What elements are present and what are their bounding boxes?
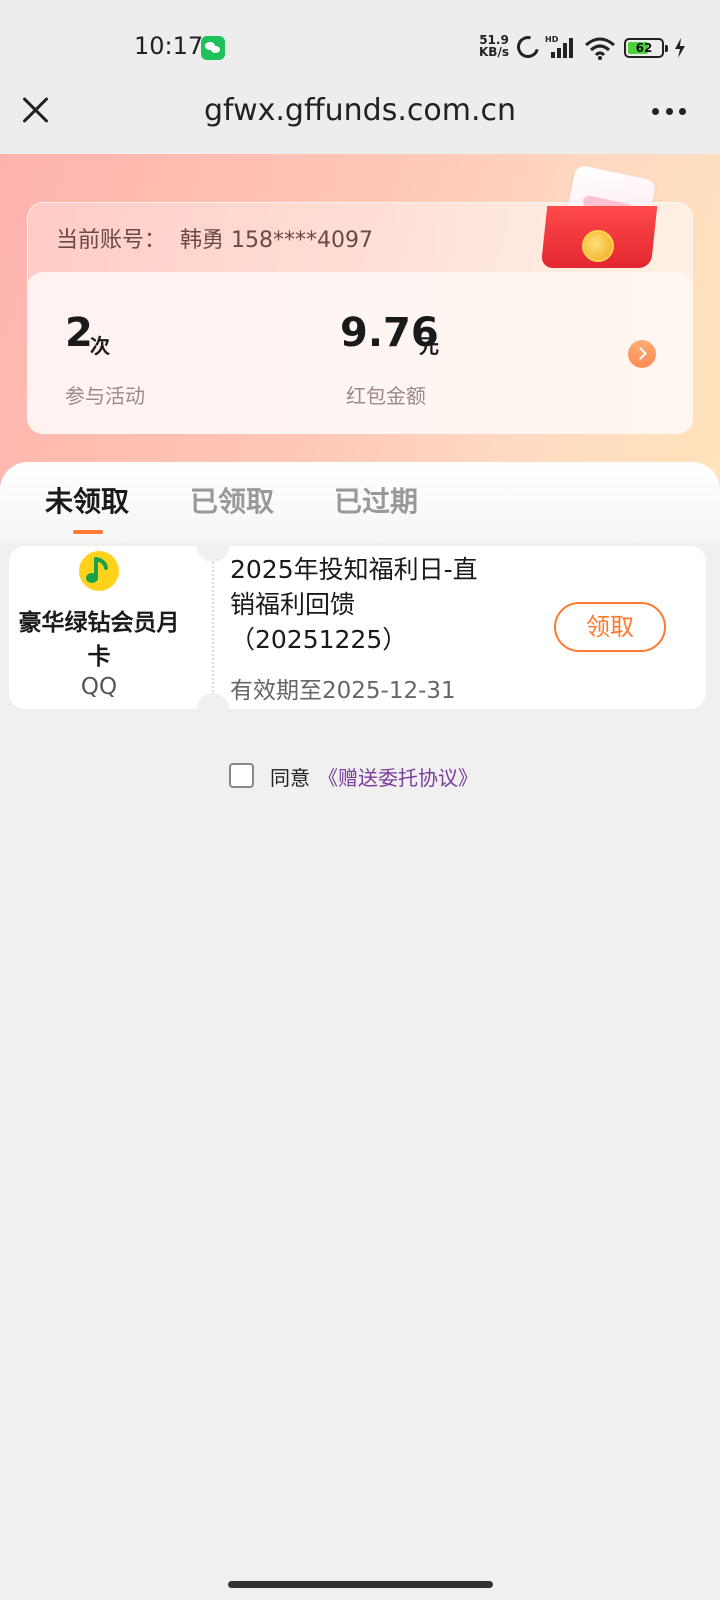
home-indicator[interactable]	[228, 1581, 493, 1588]
battery-icon: 62	[624, 38, 668, 58]
agreement-link[interactable]: 《赠送委托协议》	[318, 762, 478, 791]
account-label: 当前账号：	[56, 228, 167, 253]
coupon-notch-top	[197, 546, 229, 562]
status-time: 10:17	[134, 32, 204, 60]
agreement-prefix: 同意	[270, 766, 310, 790]
tab-claimed[interactable]: 已领取	[190, 480, 274, 520]
net-speed-unit: KB/s	[479, 45, 509, 59]
red-packet-amount-label: 红包金额	[346, 384, 426, 408]
coupon-product-line1: 豪华绿钻会员月	[18, 610, 180, 636]
more-icon[interactable]	[652, 108, 686, 116]
qq-music-icon	[79, 551, 119, 591]
red-envelope-illustration	[538, 164, 668, 272]
activity-count-value: 2	[65, 310, 93, 356]
coupon-title: 2025年投知福利日-直 销福利回馈 （20251225）	[230, 552, 530, 657]
coupon-product-line2: 卡	[87, 644, 111, 670]
network-tag: HD	[545, 35, 559, 44]
claim-button[interactable]: 领取	[554, 602, 666, 652]
coupon-notch-bottom	[197, 693, 229, 709]
coupon-title-line3: （20251225）	[230, 625, 408, 654]
wechat-icon	[201, 36, 225, 60]
coupon-divider	[212, 562, 214, 692]
wifi-icon	[585, 37, 615, 60]
red-packet-amount-unit: 元	[419, 334, 439, 358]
activity-count-unit: 次	[90, 334, 110, 358]
battery-level: 62	[635, 41, 653, 55]
account-value: 韩勇 158****4097	[180, 228, 373, 253]
agreement-checkbox[interactable]	[229, 763, 254, 788]
signal-icon: HD	[545, 35, 573, 58]
coupon-brand: QQ	[80, 674, 118, 700]
activity-count-label: 参与活动	[65, 384, 145, 408]
url-text: gfwx.gffunds.com.cn	[204, 93, 516, 128]
close-icon[interactable]	[22, 96, 50, 124]
active-tab-indicator	[73, 530, 103, 534]
net-speed: 51.9 KB/s	[477, 34, 511, 58]
coupon-title-line1: 2025年投知福利日-直	[230, 555, 478, 584]
charging-icon	[675, 38, 685, 58]
chevron-right-icon[interactable]	[628, 340, 656, 368]
coupon-title-line2: 销福利回馈	[230, 590, 356, 619]
coupon-expiry: 有效期至2025-12-31	[230, 678, 456, 704]
coupon-product-name: 豪华绿钻会员月 卡	[9, 606, 189, 674]
tab-unclaimed[interactable]: 未领取	[45, 480, 129, 520]
tab-expired[interactable]: 已过期	[334, 480, 418, 520]
